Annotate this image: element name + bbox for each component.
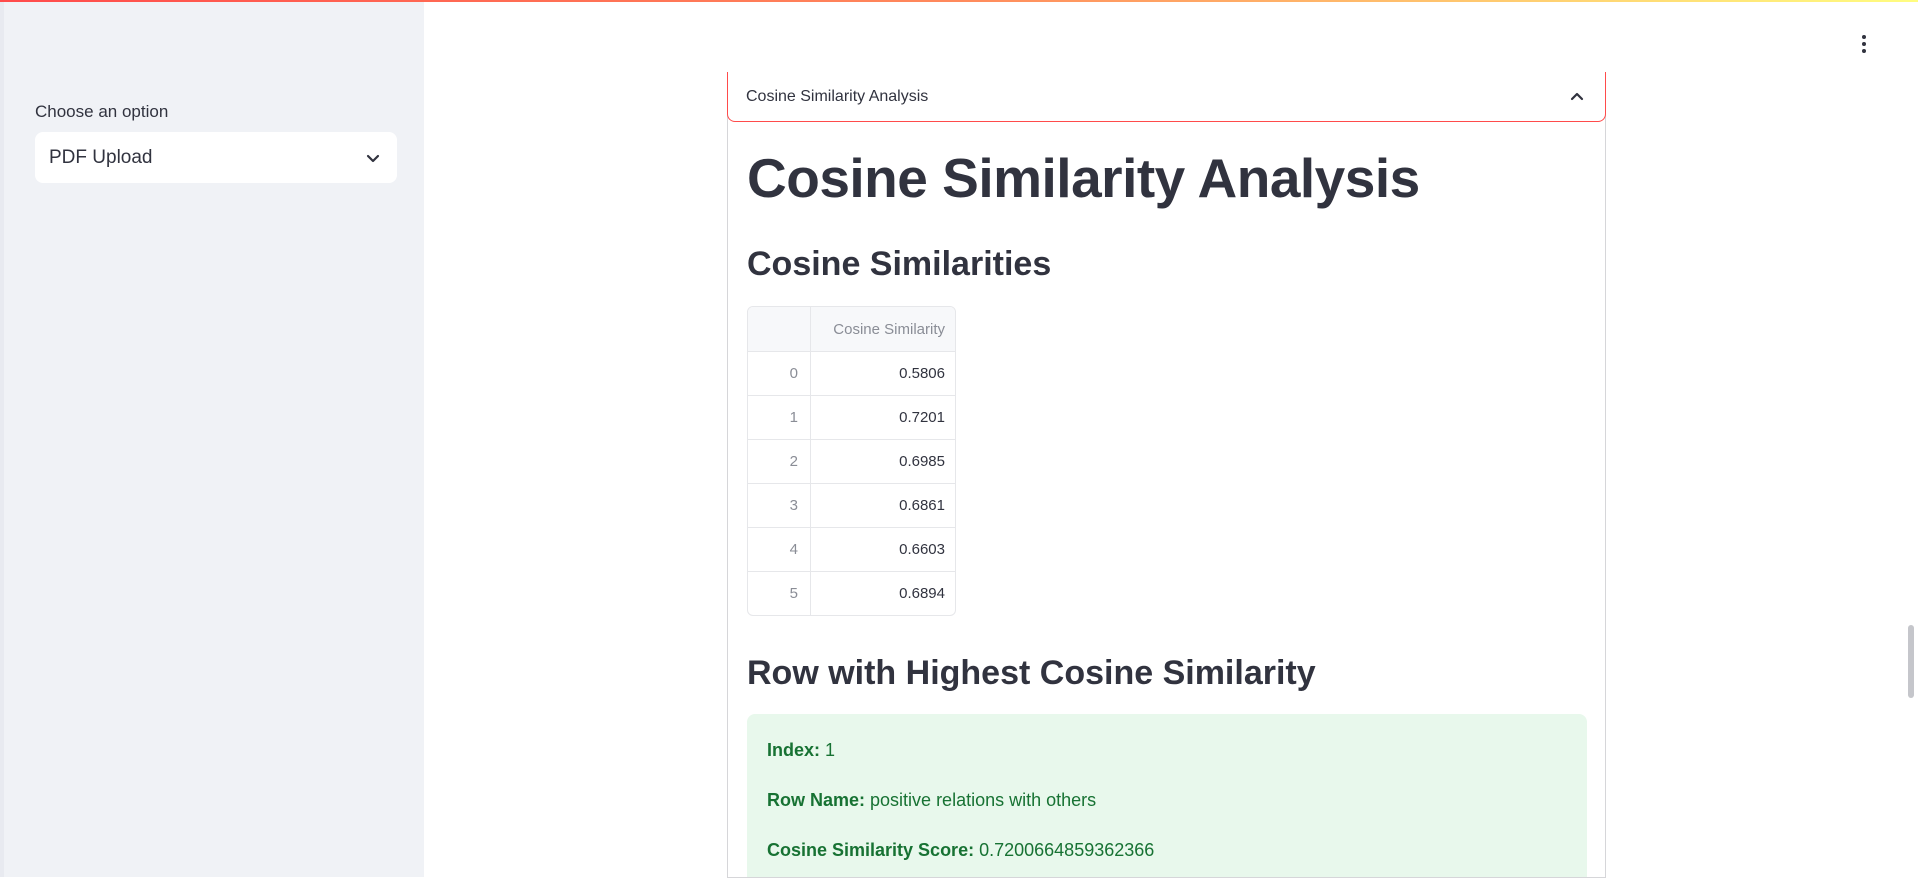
row-value: 0.6861 bbox=[899, 497, 945, 514]
best-score-value: 0.7200664859362366 bbox=[979, 840, 1155, 860]
best-score-label: Cosine Similarity Score: bbox=[767, 840, 975, 860]
top-decoration-bar bbox=[0, 0, 1918, 2]
row-index: 4 bbox=[748, 528, 811, 571]
row-value: 0.6894 bbox=[899, 585, 945, 602]
header-index-cell bbox=[748, 307, 811, 351]
table-row: 3 0.6861 bbox=[748, 483, 955, 527]
best-score-line: Cosine Similarity Score: 0.7200664859362… bbox=[767, 840, 1154, 861]
row-value: 0.7201 bbox=[899, 409, 945, 426]
table-row: 5 0.6894 bbox=[748, 571, 955, 615]
scrollbar-thumb[interactable] bbox=[1908, 625, 1914, 698]
menu-dot bbox=[1862, 49, 1866, 53]
table-row: 0 0.5806 bbox=[748, 351, 955, 395]
table-heading: Cosine Similarities bbox=[747, 245, 1052, 283]
row-value: 0.5806 bbox=[899, 365, 945, 382]
row-index: 2 bbox=[748, 440, 811, 483]
table-header-row: Cosine Similarity bbox=[748, 307, 955, 351]
best-row-name-value: positive relations with others bbox=[870, 790, 1097, 810]
sidebar: Choose an option PDF Upload bbox=[0, 0, 424, 877]
expander-header[interactable]: Cosine Similarity Analysis bbox=[727, 72, 1606, 122]
row-value: 0.6603 bbox=[899, 541, 945, 558]
success-alert: Index: 1 Row Name: positive relations wi… bbox=[747, 714, 1587, 877]
table-row: 1 0.7201 bbox=[748, 395, 955, 439]
best-index-value: 1 bbox=[825, 740, 836, 760]
best-row-heading: Row with Highest Cosine Similarity bbox=[747, 654, 1316, 692]
expander-title: Cosine Similarity Analysis bbox=[746, 87, 929, 105]
main-menu-button[interactable] bbox=[1852, 30, 1876, 58]
table-row: 2 0.6985 bbox=[748, 439, 955, 483]
select-value: PDF Upload bbox=[49, 146, 153, 168]
table-row: 4 0.6603 bbox=[748, 527, 955, 571]
best-index-line: Index: 1 bbox=[767, 740, 835, 761]
row-index: 5 bbox=[748, 572, 811, 615]
chevron-down-icon bbox=[363, 148, 383, 168]
menu-dot bbox=[1862, 35, 1866, 39]
row-index: 0 bbox=[748, 352, 811, 395]
best-row-name-line: Row Name: positive relations with others bbox=[767, 790, 1096, 811]
similarity-table[interactable]: Cosine Similarity 0 0.5806 1 0.7201 2 0.… bbox=[747, 306, 956, 616]
chevron-up-icon bbox=[1567, 87, 1587, 107]
option-select[interactable]: PDF Upload bbox=[35, 132, 397, 183]
best-index-label: Index: bbox=[767, 740, 821, 760]
best-row-name-label: Row Name: bbox=[767, 790, 866, 810]
row-index: 1 bbox=[748, 396, 811, 439]
menu-dot bbox=[1862, 42, 1866, 46]
select-label: Choose an option bbox=[35, 102, 169, 121]
page-title: Cosine Similarity Analysis bbox=[747, 147, 1420, 209]
row-value: 0.6985 bbox=[899, 453, 945, 470]
row-index: 3 bbox=[748, 484, 811, 527]
header-cosine-similarity: Cosine Similarity bbox=[811, 307, 955, 351]
